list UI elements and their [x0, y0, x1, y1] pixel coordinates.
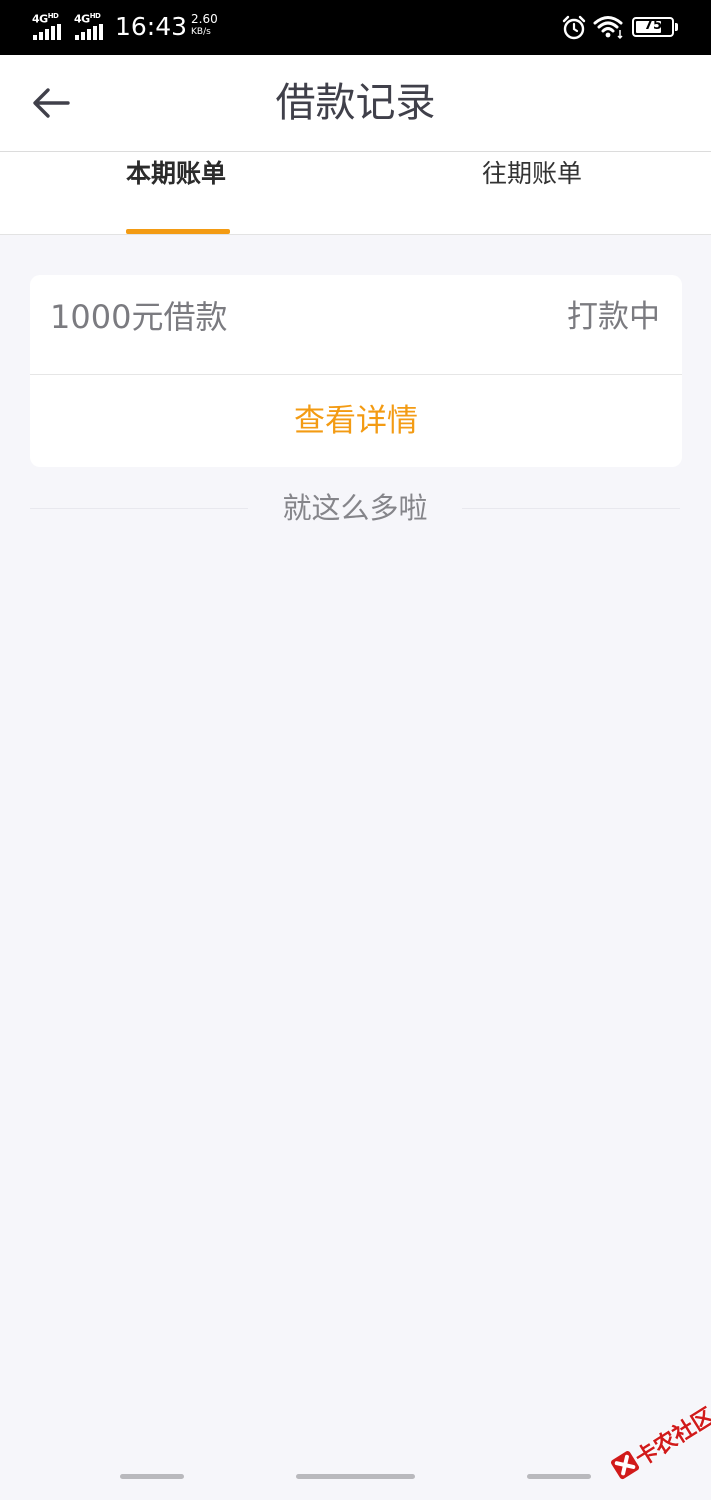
alarm-icon	[562, 15, 586, 40]
network-speed: 2.60 KB/s	[191, 13, 218, 39]
network-sup-1: HD	[47, 12, 59, 20]
page-title: 借款记录	[275, 80, 436, 126]
wifi-icon	[593, 16, 623, 40]
battery-icon: 75	[632, 17, 674, 37]
divider	[462, 508, 680, 509]
gesture-bar-right[interactable]	[527, 1474, 591, 1479]
watermark-text: 卡农社区	[631, 1403, 711, 1472]
active-tab-indicator	[126, 229, 230, 234]
battery-tip	[675, 23, 678, 31]
network-speed-unit: KB/s	[191, 27, 211, 37]
loan-card: 1000元借款 打款中 查看详情	[30, 275, 682, 467]
signal-1: 4GHD	[32, 12, 66, 40]
status-time: 16:43	[115, 12, 188, 41]
signal-icon	[33, 24, 61, 40]
network-sup-2: HD	[89, 12, 101, 20]
battery-level: 75	[643, 18, 663, 33]
view-details-button[interactable]: 查看详情	[30, 375, 682, 467]
watermark: 卡农社区	[600, 1396, 711, 1500]
gesture-bar-home[interactable]	[296, 1474, 415, 1479]
loan-status: 打款中	[567, 299, 660, 335]
list-end-note: 就这么多啦	[30, 488, 680, 528]
tab-past-bills[interactable]: 往期账单	[482, 158, 592, 190]
tab-current-bill[interactable]: 本期账单	[126, 158, 236, 190]
tab-bar: 本期账单 往期账单	[0, 152, 711, 235]
gesture-bar-left[interactable]	[120, 1474, 184, 1479]
status-bar: 4GHD 4GHD 16:43 2.60 KB/s 75	[0, 0, 711, 55]
loan-amount-label: 1000元借款	[50, 298, 228, 336]
signal-icon	[75, 24, 103, 40]
signal-2: 4GHD	[74, 12, 108, 40]
loan-card-header: 1000元借款 打款中	[30, 275, 682, 375]
network-speed-value: 2.60	[191, 12, 218, 26]
nav-bar: 借款记录	[0, 55, 711, 152]
